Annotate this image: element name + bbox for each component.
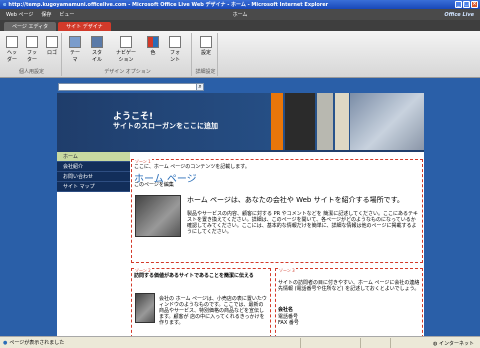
web-page-menu[interactable]: Web ページ [6, 11, 33, 18]
style-label: スタイル [91, 50, 102, 63]
nav-item-sitemap[interactable]: サイト マップ [57, 182, 130, 192]
banner-stripe-gray [317, 93, 333, 150]
header-icon [6, 36, 18, 48]
font-button[interactable]: フォント [168, 36, 182, 63]
headline: ホーム ページは、あなたの会社や Web サイトを紹介する場所です。 [187, 196, 404, 204]
theme-button[interactable]: テーマ [68, 36, 82, 63]
ribbon-group-design-options: テーマ スタイル ナビゲーション 色 フォント デザイン オプション [64, 33, 192, 76]
style-button[interactable]: スタイル [90, 36, 104, 63]
site-navigation: ホーム 会社紹介 お問い合わせ サイト マップ [57, 152, 130, 192]
nav-item-home[interactable]: ホーム [57, 152, 130, 162]
status-divider [390, 338, 391, 348]
font-icon [169, 36, 181, 48]
window-controls: _ □ × [455, 1, 478, 8]
view-menu[interactable]: ビュー [59, 11, 74, 18]
ribbon-group-label: 詳細設定 [195, 69, 216, 75]
nav-item-about[interactable]: 会社紹介 [57, 162, 130, 172]
site-search-input[interactable] [58, 83, 203, 91]
search-icon[interactable]: ⌕ [196, 83, 204, 91]
live-toolbar: Web ページ 保存 ビュー ホーム Office Live [0, 9, 480, 20]
body-text: 製品やサービスの内容、顧客に対する PR やコメントなどを 簡潔に記述してくださ… [187, 211, 418, 235]
ribbon: ヘッダー フッター ロゴ 個人用設定 テーマ スタイル ナビゲーション 色 フォ… [0, 31, 480, 78]
navigation-button[interactable]: ナビゲーション [114, 36, 138, 63]
globe-icon: ◍ [433, 341, 438, 347]
edit-page-link[interactable]: このページを編集 [134, 182, 174, 188]
color-button[interactable]: 色 [146, 36, 160, 56]
maximize-button[interactable]: □ [463, 1, 470, 8]
footer-label: フッター [26, 50, 37, 63]
banner-stripe-dark [285, 93, 315, 150]
style-icon [91, 36, 103, 48]
site-banner: ようこそ! サイトのスローガンをここに追加 [57, 93, 424, 150]
logo-button[interactable]: ロゴ [45, 36, 59, 56]
status-divider [360, 338, 361, 348]
ribbon-group-advanced: 設定 詳細設定 [194, 33, 218, 76]
color-palette-icon [147, 36, 159, 48]
footer-button[interactable]: フッター [25, 36, 39, 63]
settings-button[interactable]: 設定 [199, 36, 213, 56]
zone-2-body: 会社の ホーム ページは、小売店の表に置いたウィンドウのようなものです。ここでは… [159, 296, 267, 326]
header-button[interactable]: ヘッダー [5, 36, 19, 63]
banner-slogan[interactable]: サイトのスローガンをここに追加 [113, 121, 218, 131]
navigation-label: ナビゲーション [115, 50, 136, 63]
logo-label: ロゴ [46, 50, 57, 56]
ie-icon: e [3, 1, 7, 8]
window-title: http://temp.kugoyamamuni.officelive.com … [8, 2, 329, 8]
font-label: フォント [169, 50, 180, 63]
header-label: ヘッダー [6, 50, 17, 63]
status-divider [300, 338, 301, 348]
zone-3-label: ゾーン 3 [278, 268, 296, 274]
status-icon: ● [3, 339, 8, 346]
footer-icon [26, 36, 38, 48]
nav-item-contact[interactable]: お問い合わせ [57, 172, 130, 182]
theme-label: テーマ [69, 50, 80, 63]
ribbon-group-label: デザイン オプション [104, 69, 151, 75]
ribbon-group-personalize: ヘッダー フッター ロゴ 個人用設定 [2, 33, 62, 76]
zone-2-image[interactable] [135, 293, 155, 323]
banner-stripe-beige [335, 93, 349, 150]
web-page-preview: ようこそ! サイトのスローガンをここに追加 ホーム 会社紹介 お問い合わせ サイ… [57, 93, 424, 336]
banner-image [350, 93, 424, 150]
window-title-bar: e http://temp.kugoyamamuni.officelive.co… [0, 0, 480, 9]
color-label: 色 [150, 50, 156, 56]
security-zone: ◍ インターネット [433, 340, 474, 347]
designer-tabs: ページ エディタ サイト デザイナ [0, 20, 480, 31]
office-live-logo: Office Live [444, 11, 474, 18]
zone-3-body: サイトの訪問者の目に付きやすい、ホーム ページに会社の連絡先情報 (電話番号や住… [278, 280, 420, 292]
settings-icon [200, 36, 212, 48]
save-button[interactable]: 保存 [41, 11, 51, 18]
settings-label: 設定 [200, 50, 211, 56]
minimize-button[interactable]: _ [455, 1, 462, 8]
close-button[interactable]: × [471, 1, 478, 8]
ribbon-group-label: 個人用設定 [18, 69, 44, 75]
logo-icon [46, 36, 58, 48]
status-text: ページが表示されました [9, 340, 65, 346]
status-bar: ● ページが表示されました ◍ インターネット [0, 336, 480, 348]
tab-site-designer[interactable]: サイト デザイナ [58, 22, 111, 31]
company-name: 会社名 [278, 307, 294, 313]
home-image[interactable] [135, 195, 181, 237]
navigation-icon [120, 36, 132, 48]
theme-icon [69, 36, 81, 48]
security-zone-label: インターネット [438, 341, 474, 347]
zone-2-title: 訪問する価値があるサイトであることを簡潔に伝える [134, 273, 254, 279]
tab-page-editor[interactable]: ページ エディタ [4, 22, 57, 31]
fax-number: FAX 番号 [278, 320, 299, 326]
banner-stripe-orange [271, 93, 283, 150]
